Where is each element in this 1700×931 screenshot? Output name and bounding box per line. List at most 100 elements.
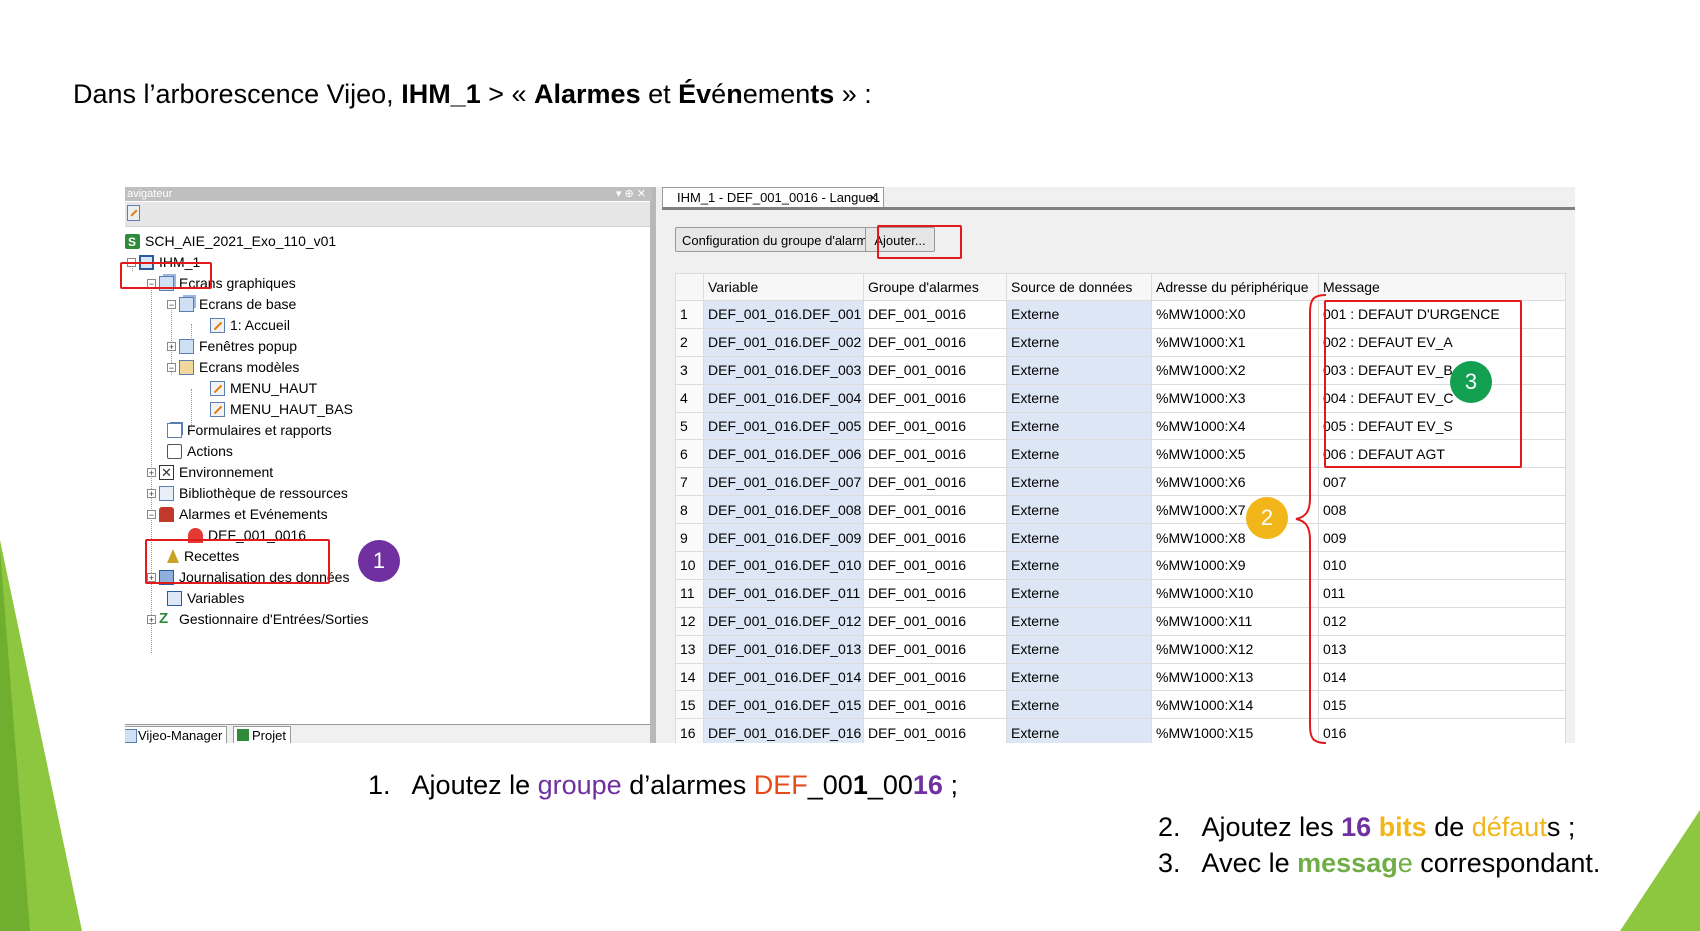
- close-tab-icon[interactable]: ×: [869, 188, 877, 208]
- cell-groupe[interactable]: DEF_001_0016: [863, 606, 1007, 636]
- cell-variable[interactable]: DEF_001_016.DEF_012: [703, 606, 864, 636]
- cell-groupe[interactable]: DEF_001_0016: [863, 662, 1007, 692]
- cell-index[interactable]: 2: [675, 327, 704, 357]
- cell-variable[interactable]: DEF_001_016.DEF_016: [703, 718, 864, 743]
- cell-index[interactable]: 16: [675, 718, 704, 743]
- cell-variable[interactable]: DEF_001_016.DEF_004: [703, 383, 864, 413]
- tab-projet[interactable]: Projet: [233, 726, 291, 743]
- cell-source[interactable]: Externe: [1006, 718, 1152, 743]
- cell-groupe[interactable]: DEF_001_0016: [863, 355, 1007, 385]
- cell-index[interactable]: 6: [675, 439, 704, 469]
- cell-message[interactable]: 014: [1318, 662, 1566, 692]
- tree-item-formulaires[interactable]: Formulaires et rapports: [167, 420, 332, 440]
- document-tab[interactable]: IHM_1 - DEF_001_0016 - Langue1 ×: [662, 187, 884, 207]
- col-header-index[interactable]: [675, 273, 704, 301]
- table-row[interactable]: 7 DEF_001_016.DEF_007 DEF_001_0016 Externe%…: [675, 467, 1566, 497]
- collapse-icon[interactable]: −: [147, 509, 156, 519]
- table-row[interactable]: 8 DEF_001_016.DEF_008 DEF_001_0016 Externe%…: [675, 495, 1566, 525]
- expand-icon[interactable]: +: [147, 467, 156, 477]
- cell-groupe[interactable]: DEF_001_0016: [863, 523, 1007, 553]
- cell-groupe[interactable]: DEF_001_0016: [863, 578, 1007, 608]
- cell-variable[interactable]: DEF_001_016.DEF_003: [703, 355, 864, 385]
- cell-groupe[interactable]: DEF_001_0016: [863, 551, 1007, 580]
- col-header-source[interactable]: Source de données: [1006, 273, 1152, 301]
- edit-icon[interactable]: [127, 205, 140, 221]
- table-row[interactable]: 15 DEF_001_016.DEF_015 DEF_001_0016 Externe…: [675, 690, 1566, 720]
- cell-variable[interactable]: DEF_001_016.DEF_013: [703, 634, 864, 664]
- tree-item-environnement[interactable]: + Environnement: [147, 462, 273, 483]
- cell-index[interactable]: 1: [675, 300, 704, 329]
- cell-variable[interactable]: DEF_001_016.DEF_005: [703, 411, 864, 441]
- cell-message[interactable]: 007: [1318, 467, 1566, 497]
- cell-source[interactable]: Externe: [1006, 467, 1152, 497]
- tab-vijeo-manager[interactable]: Vijeo-Manager: [125, 726, 228, 743]
- panel-controls[interactable]: ▾ ⊕ ✕: [616, 187, 646, 201]
- cell-index[interactable]: 5: [675, 411, 704, 441]
- cell-variable[interactable]: DEF_001_016.DEF_006: [703, 439, 864, 469]
- cell-source[interactable]: Externe: [1006, 355, 1152, 385]
- cell-groupe[interactable]: DEF_001_0016: [863, 718, 1007, 743]
- cell-groupe[interactable]: DEF_001_0016: [863, 411, 1007, 441]
- cell-source[interactable]: Externe: [1006, 327, 1152, 357]
- cell-groupe[interactable]: DEF_001_0016: [863, 690, 1007, 720]
- table-row[interactable]: 16 DEF_001_016.DEF_016 DEF_001_0016 Externe…: [675, 718, 1566, 743]
- cell-groupe[interactable]: DEF_001_0016: [863, 439, 1007, 469]
- cell-index[interactable]: 15: [675, 690, 704, 720]
- cell-index[interactable]: 7: [675, 467, 704, 497]
- tree-item-accueil[interactable]: 1: Accueil: [210, 315, 290, 335]
- cell-message[interactable]: 011: [1318, 578, 1566, 608]
- tree-item-gestionnaire-es[interactable]: + Z Gestionnaire d'Entrées/Sorties: [147, 609, 368, 629]
- cell-source[interactable]: Externe: [1006, 383, 1152, 413]
- cell-index[interactable]: 13: [675, 634, 704, 664]
- cell-source[interactable]: Externe: [1006, 578, 1152, 608]
- cell-message[interactable]: 008: [1318, 495, 1566, 525]
- cell-groupe[interactable]: DEF_001_0016: [863, 634, 1007, 664]
- cell-index[interactable]: 3: [675, 355, 704, 385]
- cell-index[interactable]: 12: [675, 606, 704, 636]
- cell-source[interactable]: Externe: [1006, 662, 1152, 692]
- cell-groupe[interactable]: DEF_001_0016: [863, 300, 1007, 329]
- cell-message[interactable]: 013: [1318, 634, 1566, 664]
- cell-index[interactable]: 8: [675, 495, 704, 525]
- table-row[interactable]: 13 DEF_001_016.DEF_013 DEF_001_0016 Externe…: [675, 634, 1566, 664]
- tree-item-menu-haut[interactable]: MENU_HAUT: [210, 378, 317, 398]
- cell-groupe[interactable]: DEF_001_0016: [863, 495, 1007, 525]
- tree-item-bibliotheque[interactable]: + Bibliothèque de ressources: [147, 483, 348, 503]
- expand-icon[interactable]: +: [147, 614, 156, 624]
- cell-source[interactable]: Externe: [1006, 634, 1152, 664]
- cell-source[interactable]: Externe: [1006, 690, 1152, 720]
- cell-source[interactable]: Externe: [1006, 523, 1152, 553]
- tree-item-variables[interactable]: Variables: [167, 588, 244, 608]
- col-header-message[interactable]: Message: [1318, 273, 1566, 301]
- cell-variable[interactable]: DEF_001_016.DEF_009: [703, 523, 864, 553]
- table-row[interactable]: 9 DEF_001_016.DEF_009 DEF_001_0016 Externe%…: [675, 523, 1566, 553]
- cell-groupe[interactable]: DEF_001_0016: [863, 467, 1007, 497]
- col-header-groupe[interactable]: Groupe d'alarmes: [863, 273, 1007, 301]
- cell-groupe[interactable]: DEF_001_0016: [863, 383, 1007, 413]
- cell-source[interactable]: Externe: [1006, 495, 1152, 525]
- cell-message[interactable]: 009: [1318, 523, 1566, 553]
- cell-message[interactable]: 015: [1318, 690, 1566, 720]
- cell-source[interactable]: Externe: [1006, 411, 1152, 441]
- cell-variable[interactable]: DEF_001_016.DEF_015: [703, 690, 864, 720]
- cell-variable[interactable]: DEF_001_016.DEF_014: [703, 662, 864, 692]
- tree-item-actions[interactable]: Actions: [167, 441, 233, 461]
- cell-source[interactable]: Externe: [1006, 439, 1152, 469]
- tree-item-ecrans-de-base[interactable]: − Ecrans de base: [167, 294, 296, 314]
- table-row[interactable]: 11 DEF_001_016.DEF_011 DEF_001_0016 Externe…: [675, 578, 1566, 608]
- cell-source[interactable]: Externe: [1006, 300, 1152, 329]
- cell-index[interactable]: 14: [675, 662, 704, 692]
- table-row[interactable]: 10 DEF_001_016.DEF_010 DEF_001_0016 Externe…: [675, 551, 1566, 580]
- cell-index[interactable]: 10: [675, 551, 704, 580]
- cell-variable[interactable]: DEF_001_016.DEF_011: [703, 578, 864, 608]
- expand-icon[interactable]: +: [167, 341, 176, 351]
- collapse-icon[interactable]: −: [167, 362, 176, 372]
- cell-variable[interactable]: DEF_001_016.DEF_010: [703, 551, 864, 580]
- cell-index[interactable]: 9: [675, 523, 704, 553]
- tree-item-project[interactable]: SCH_AIE_2021_Exo_110_v01: [125, 231, 336, 252]
- cell-variable[interactable]: DEF_001_016.DEF_007: [703, 467, 864, 497]
- cell-message[interactable]: 010: [1318, 551, 1566, 580]
- cell-message[interactable]: 012: [1318, 606, 1566, 636]
- cell-variable[interactable]: DEF_001_016.DEF_001: [703, 300, 864, 329]
- cell-index[interactable]: 11: [675, 578, 704, 608]
